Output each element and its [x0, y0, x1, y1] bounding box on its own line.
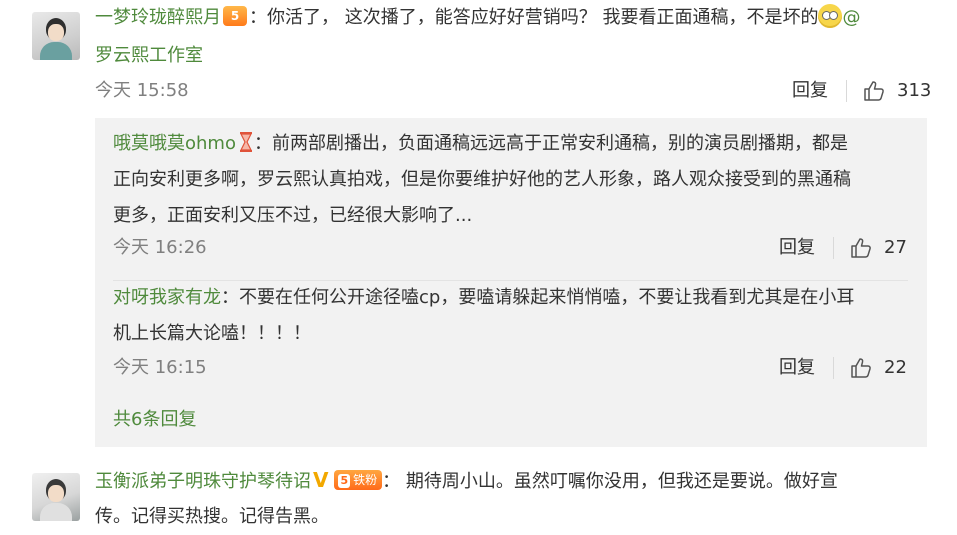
- reply-text-line: 机上长篇大论嗑！！！！: [113, 316, 311, 352]
- thumbs-up-icon: [851, 358, 871, 378]
- avatar[interactable]: [32, 473, 80, 521]
- mention-link[interactable]: @: [842, 7, 860, 28]
- rolling-eyes-emoji-icon: [818, 4, 843, 28]
- avatar-figure: [40, 42, 72, 60]
- avatar-face: [48, 485, 64, 502]
- reply-text: 正向安利更多啊，罗云熙认真拍戏，但是你要维护好他的艺人形象，路人观众接受到的黑通…: [113, 169, 851, 190]
- reply-text: ：不要在任何公开途径嗑cp，要嗑请躲起来悄悄嗑，不要让我看到尤其是在小耳: [221, 287, 855, 308]
- reply-text: 机上长篇大论嗑！！！！: [113, 323, 311, 344]
- reply-text-line: 更多，正面安利又压不过，已经很大影响了...: [113, 198, 472, 234]
- reply-username[interactable]: 对呀我家有龙: [113, 287, 221, 308]
- reply-username[interactable]: 哦莫哦莫ohmo: [113, 133, 236, 154]
- action-divider: [833, 237, 834, 259]
- comment-text: ： 期待周小山。虽然叮嘱你没用，但我还是要说。做好宣: [382, 471, 838, 492]
- fan-badge: 5 铁粉: [334, 470, 383, 490]
- like-count: 313: [897, 80, 932, 101]
- vip-level-badge-icon: 5: [223, 6, 247, 26]
- reply-text: ：前两部剧播出，负面通稿远远高于正常安利通稿，别的演员剧播期，都是: [253, 133, 848, 154]
- like-button[interactable]: 27: [850, 236, 907, 260]
- avatar-face: [48, 24, 64, 41]
- comment-text: ：你活了， 这次播了，能答应好好营销吗？ 我要看正面通稿，不是坏的: [249, 7, 819, 28]
- like-count: 27: [884, 237, 907, 258]
- comment-timestamp: 今天 15:58: [95, 80, 189, 101]
- verified-v-icon: V: [313, 468, 329, 492]
- like-button[interactable]: 22: [850, 356, 907, 380]
- hourglass-icon: [239, 132, 252, 152]
- comment-text-line: 玉衡派弟子明珠守护琴待诏 V 5 铁粉： 期待周小山。虽然叮嘱你没用，但我还是要说。做…: [95, 462, 838, 500]
- avatar-figure: [40, 503, 72, 521]
- reply-button[interactable]: 回复: [779, 356, 815, 380]
- like-button[interactable]: 313: [863, 79, 931, 103]
- fan-badge-level: 5: [338, 474, 351, 488]
- like-count: 22: [884, 357, 907, 378]
- mention-link[interactable]: 罗云熙工作室: [95, 45, 203, 66]
- thumbs-up-icon: [864, 81, 884, 101]
- comment-username[interactable]: 一梦玲珑醉熙月: [95, 7, 221, 28]
- comment-text: 传。记得买热搜。记得告黑。: [95, 506, 329, 527]
- comment-username[interactable]: 玉衡派弟子明珠守护琴待诏: [95, 471, 311, 492]
- reply-text-line: 正向安利更多啊，罗云熙认真拍戏，但是你要维护好他的艺人形象，路人观众接受到的黑通…: [113, 162, 851, 198]
- reply-text-line: 对呀我家有龙：不要在任何公开途径嗑cp，要嗑请躲起来悄悄嗑，不要让我看到尤其是在…: [113, 280, 854, 316]
- action-divider: [846, 80, 847, 102]
- reply-timestamp: 今天 16:15: [113, 357, 207, 378]
- reply-button[interactable]: 回复: [779, 236, 815, 260]
- action-divider: [833, 357, 834, 379]
- reply-text-line: 哦莫哦莫ohmo ：前两部剧播出，负面通稿远远高于正常安利通稿，别的演员剧播期，都…: [113, 126, 848, 162]
- fan-badge-label: 铁粉: [353, 473, 378, 487]
- avatar[interactable]: [32, 12, 80, 60]
- comment-text-line: 罗云熙工作室: [95, 38, 203, 74]
- reply-text: 更多，正面安利又压不过，已经很大影响了...: [113, 205, 473, 226]
- thumbs-up-icon: [851, 238, 871, 258]
- comment-text-line: 一梦玲珑醉熙月 5 ：你活了， 这次播了，能答应好好营销吗？ 我要看正面通稿，不是坏…: [95, 0, 860, 36]
- reply-button[interactable]: 回复: [792, 79, 828, 103]
- comment-text-line: 传。记得买热搜。记得告黑。: [95, 499, 329, 535]
- view-more-replies-link[interactable]: 共6条回复: [113, 408, 196, 432]
- reply-timestamp: 今天 16:26: [113, 237, 207, 258]
